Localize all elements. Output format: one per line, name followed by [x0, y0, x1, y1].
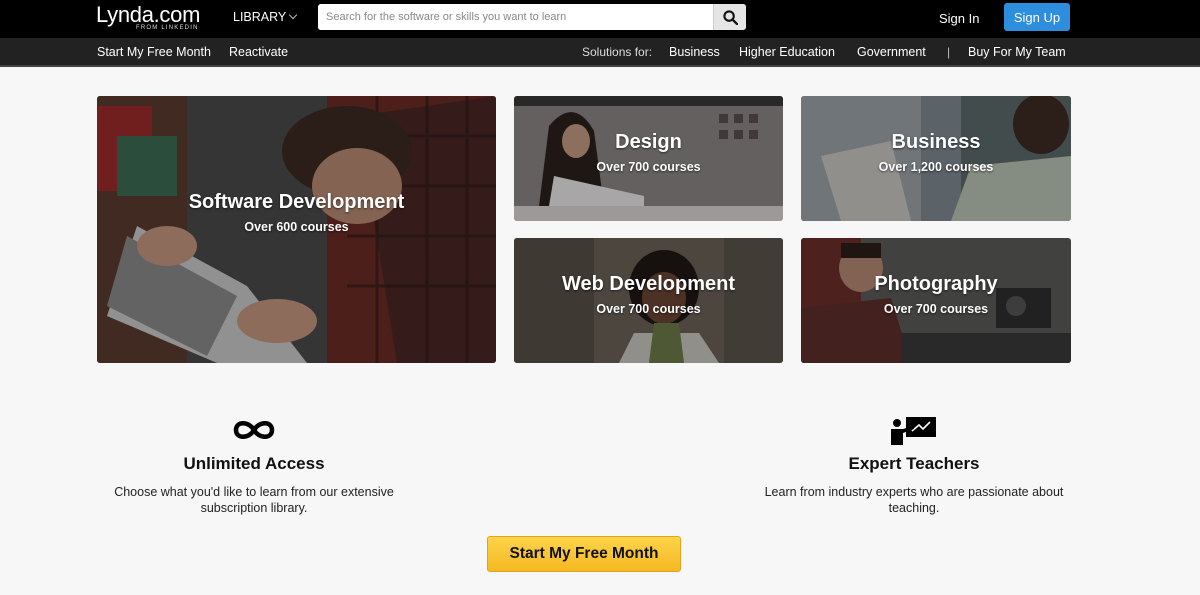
- feature-description: Learn from industry experts who are pass…: [764, 485, 1064, 515]
- solutions-label: Solutions for:: [582, 45, 653, 59]
- teacher-icon: [754, 414, 1074, 446]
- chevron-down-icon: [289, 10, 298, 20]
- tile-overlay: [514, 238, 783, 363]
- infinity-icon: [93, 414, 415, 446]
- tile-title: Web Development: [562, 273, 735, 295]
- tile-title: Business: [891, 131, 981, 153]
- tile-overlay: [801, 96, 1071, 221]
- library-label: LIBRARY: [233, 10, 287, 24]
- search-box: [318, 4, 746, 30]
- tile-photography[interactable]: Photography Over 700 courses: [801, 238, 1071, 363]
- top-navigation-bar: Lynda.com FROM LINKEDIN LIBRARY Sign In …: [0, 0, 1200, 38]
- tile-title: Software Development: [188, 191, 405, 213]
- tile-course-count: Over 700 courses: [883, 302, 989, 316]
- tile-business[interactable]: Business Over 1,200 courses: [801, 96, 1071, 221]
- tile-design[interactable]: Design Over 700 courses: [514, 96, 783, 221]
- sign-in-link[interactable]: Sign In: [939, 11, 979, 26]
- tile-overlay: [801, 238, 1071, 363]
- tile-title: Photography: [874, 273, 998, 295]
- feature-unlimited-access: Unlimited Access Choose what you'd like …: [93, 414, 415, 516]
- logo-text: Lynda.com: [96, 2, 201, 27]
- start-free-month-button[interactable]: Start My Free Month: [487, 536, 681, 572]
- sign-up-button[interactable]: Sign Up: [1004, 3, 1070, 31]
- tile-course-count: Over 1,200 courses: [878, 160, 994, 174]
- reactivate-link[interactable]: Reactivate: [229, 45, 288, 59]
- search-input[interactable]: [318, 4, 714, 30]
- tile-overlay: [514, 96, 783, 221]
- tile-course-count: Over 700 courses: [596, 160, 701, 174]
- feature-title: Expert Teachers: [848, 454, 980, 473]
- tile-title: Design: [615, 131, 682, 153]
- tile-course-count: Over 700 courses: [596, 302, 701, 316]
- logo-subtext: FROM LINKEDIN: [136, 25, 199, 31]
- tile-web-development[interactable]: Web Development Over 700 courses: [514, 238, 783, 363]
- library-menu[interactable]: LIBRARY: [233, 10, 298, 24]
- secondary-navigation-bar: Start My Free Month Reactivate Solutions…: [0, 38, 1200, 67]
- tile-software-development[interactable]: Software Development Over 600 courses: [97, 96, 496, 363]
- search-icon: [722, 9, 738, 25]
- feature-expert-teachers: Expert Teachers Learn from industry expe…: [754, 414, 1074, 516]
- solutions-higher-education-link[interactable]: Higher Education: [739, 45, 835, 59]
- buy-for-my-team-link[interactable]: Buy For My Team: [968, 45, 1066, 59]
- start-free-month-link[interactable]: Start My Free Month: [97, 45, 211, 59]
- lynda-logo[interactable]: Lynda.com FROM LINKEDIN: [96, 2, 201, 32]
- search-button[interactable]: [713, 4, 746, 30]
- feature-description: Choose what you'd like to learn from our…: [114, 485, 394, 515]
- nav-separator: |: [947, 45, 951, 59]
- solutions-government-link[interactable]: Government: [857, 45, 926, 59]
- tile-course-count: Over 600 courses: [244, 220, 349, 234]
- solutions-business-link[interactable]: Business: [669, 45, 720, 59]
- feature-title: Unlimited Access: [183, 454, 325, 473]
